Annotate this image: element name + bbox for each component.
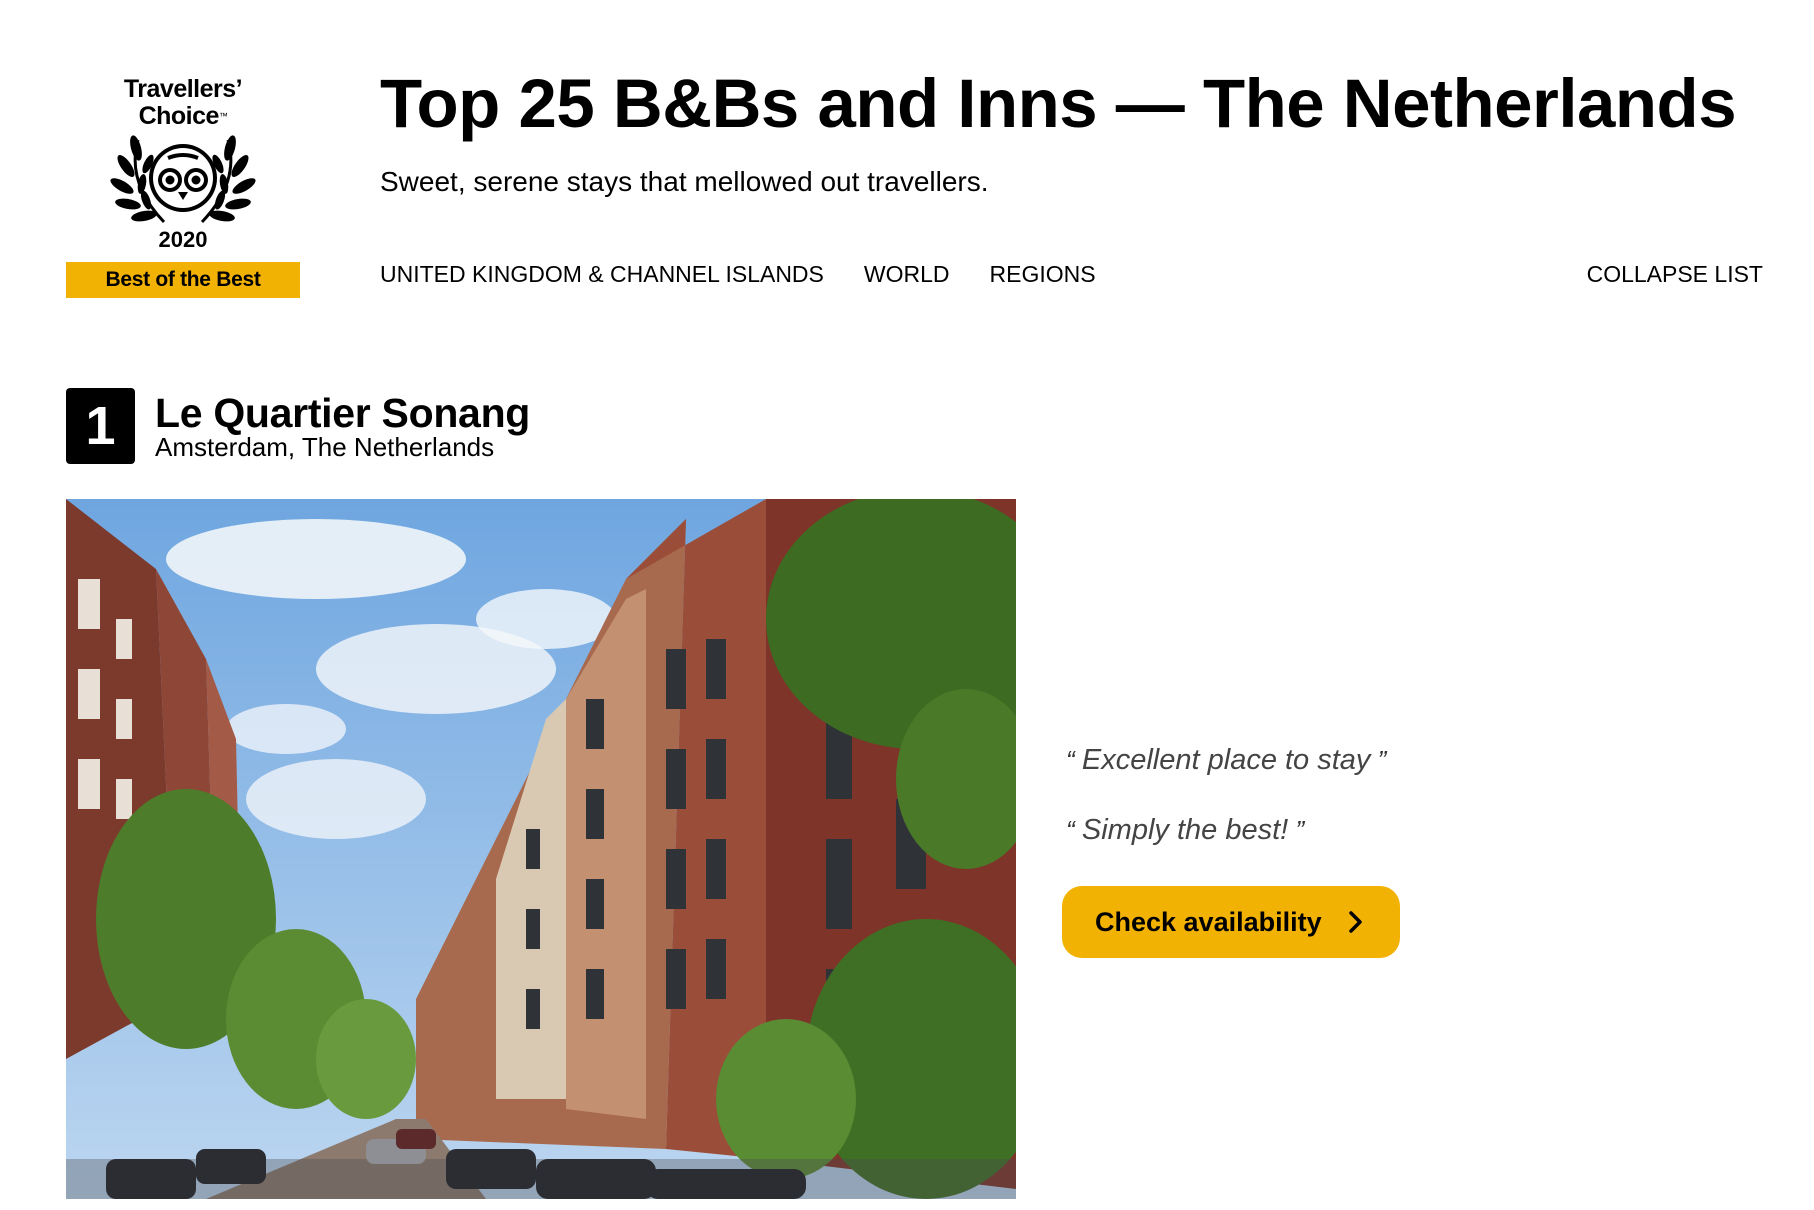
nav-link-uk-channel-islands[interactable]: UNITED KINGDOM & CHANNEL ISLANDS: [380, 261, 824, 288]
page: Travellers’ Choice™ 2020 Best of the Bes…: [0, 0, 1814, 1210]
nav-link-regions[interactable]: REGIONS: [990, 261, 1096, 288]
badge-title-line1: Travellers’: [123, 75, 243, 103]
badge-year: 2020: [158, 227, 208, 252]
check-availability-label: Check availability: [1095, 906, 1322, 937]
listing-location: Amsterdam, The Netherlands: [155, 432, 495, 462]
listing-name[interactable]: Le Quartier Sonang: [155, 390, 530, 436]
open-quote-icon: “: [1066, 815, 1082, 845]
collapse-list-link[interactable]: COLLAPSE LIST: [1587, 261, 1763, 288]
rank-badge: 1: [66, 388, 135, 464]
review-quotes: “ Excellent place to stay ” “ Simply the…: [1066, 740, 1386, 880]
review-quote: “ Simply the best! ”: [1066, 814, 1305, 846]
nav-link-world[interactable]: WORLD: [864, 261, 950, 288]
close-quote-icon: ”: [1288, 815, 1305, 845]
page-subtitle: Sweet, serene stays that mellowed out tr…: [380, 166, 989, 197]
review-quote: “ Excellent place to stay ”: [1066, 744, 1387, 776]
owl-laurel-icon: [98, 134, 268, 231]
listing-photo[interactable]: [66, 499, 1016, 1199]
badge-ribbon: Best of the Best: [66, 262, 300, 298]
travellers-choice-badge: Travellers’ Choice™ 2020 Best of the Bes…: [66, 74, 300, 298]
check-availability-button[interactable]: Check availability: [1062, 886, 1400, 958]
close-quote-icon: ”: [1370, 745, 1387, 775]
page-title: Top 25 B&Bs and Inns — The Netherlands: [380, 65, 1737, 142]
open-quote-icon: “: [1066, 745, 1082, 775]
chevron-right-icon: [1348, 910, 1364, 941]
badge-title: Travellers’ Choice™: [123, 75, 243, 130]
badge-title-line2: Choice™: [138, 102, 228, 130]
region-nav: UNITED KINGDOM & CHANNEL ISLANDS WORLD R…: [380, 258, 1763, 290]
